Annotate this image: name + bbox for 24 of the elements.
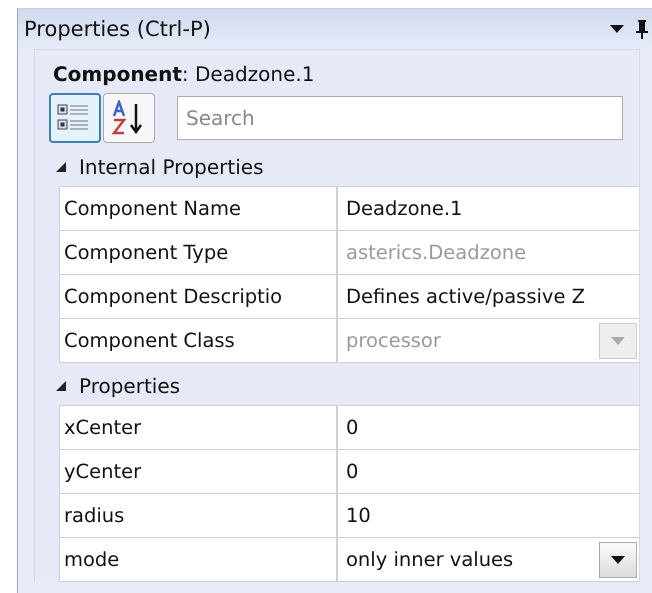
caret-icon [611,336,625,344]
pin-icon[interactable] [636,19,648,39]
property-value[interactable]: Defines active/passive Z [346,285,639,308]
property-value[interactable]: Deadzone.1 [346,197,639,220]
dropdown-icon[interactable] [610,24,624,34]
property-value[interactable]: only inner values [346,548,599,571]
sort-button[interactable] [103,93,155,143]
component-label: Component: Deadzone.1 [52,61,316,88]
property-value[interactable]: 0 [346,416,639,439]
property-value: asterics.Deadzone [346,241,528,264]
section-header: Internal Properties [79,155,264,179]
property-name: mode [60,538,338,581]
collapse-icon[interactable] [55,380,67,392]
property-value[interactable]: 10 [346,504,639,527]
dropdown-button[interactable] [599,542,637,578]
categorized-view-button[interactable] [49,93,101,143]
section-header: Properties [79,374,180,398]
property-value[interactable]: 0 [346,460,639,483]
property-value: processor [346,329,442,352]
collapse-icon[interactable] [55,161,67,173]
search-field[interactable]: Search [177,96,623,140]
property-name: Component Class [60,319,338,362]
panel-title: Properties (Ctrl-P) [24,17,212,41]
caret-icon [611,556,625,564]
